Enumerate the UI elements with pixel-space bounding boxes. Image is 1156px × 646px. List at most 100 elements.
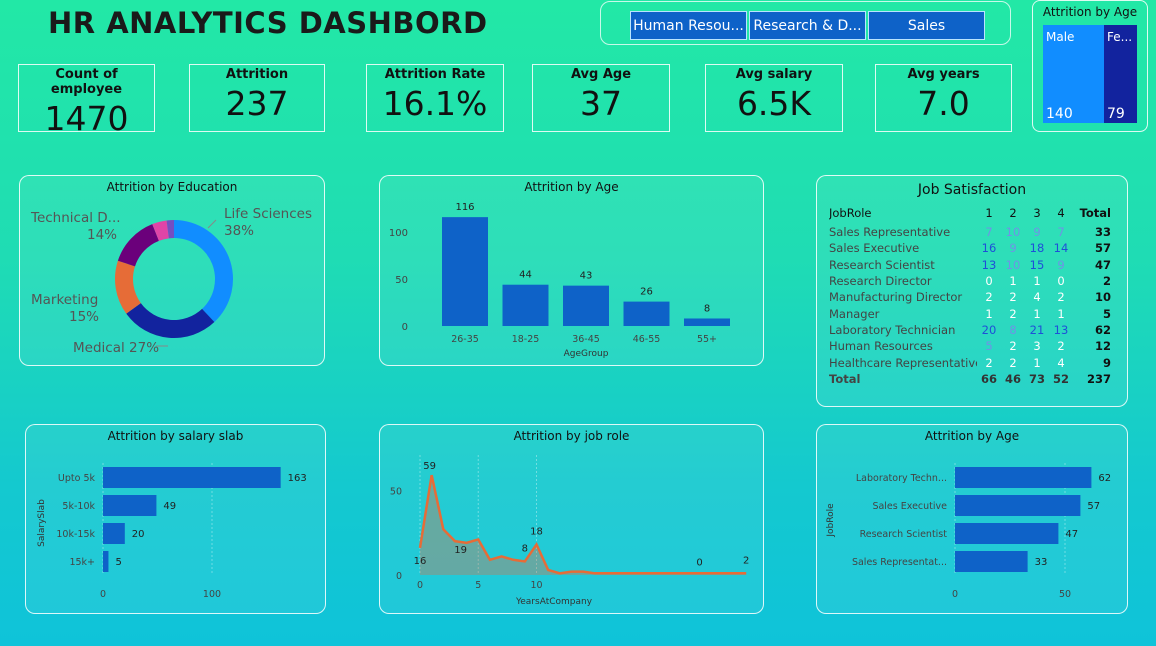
- data-label: 49: [163, 501, 176, 512]
- matrix-cell: 2: [1009, 355, 1017, 370]
- matrix-row[interactable]: Human Resources 5 2 3 2 12: [829, 338, 1111, 354]
- bar: [563, 285, 609, 326]
- matrix-row-label: Manager: [829, 306, 880, 321]
- matrix-row-label: Human Resources: [829, 339, 933, 354]
- matrix-cell: 10: [1005, 225, 1021, 240]
- y-axis-label: JobRole: [826, 503, 836, 538]
- matrix-cell: 7: [985, 225, 993, 240]
- slicer-human-resources[interactable]: Human Resou...: [630, 11, 747, 40]
- data-label: 0: [696, 557, 702, 568]
- x-tick-label: 26-35: [451, 334, 479, 345]
- slicer-sales[interactable]: Sales: [868, 11, 985, 40]
- matrix-row[interactable]: Laboratory Technician 20 8 21 13 62: [829, 322, 1111, 338]
- kpi-value: 7.0: [917, 84, 970, 123]
- y-tick-label: Sales Executive: [872, 501, 947, 512]
- matrix-cell: 4: [1033, 290, 1041, 305]
- data-label: 8: [522, 543, 528, 554]
- matrix-row[interactable]: Manager 1 2 1 1 5: [829, 305, 1111, 321]
- data-label: 16: [414, 556, 427, 567]
- panel-attrition-by-salary-slab: Attrition by salary slab 0 100 163 Upto 5k 4…: [25, 424, 326, 614]
- data-label: 5: [115, 557, 121, 568]
- kpi-avg-age: Avg Age 37: [532, 64, 670, 132]
- y-tick-label: 5k-10k: [62, 501, 95, 512]
- matrix-row[interactable]: Healthcare Representative 2 2 1 4 9: [829, 354, 1111, 370]
- matrix-row-label: Total: [829, 371, 861, 386]
- matrix-row-label: Healthcare Representative: [829, 355, 977, 370]
- matrix-row-label: Laboratory Technician: [829, 322, 956, 337]
- x-tick-label: 0: [952, 589, 958, 600]
- panel-attrition-by-job-role-bars: Attrition by Age 0 50 62 Laboratory Techn..…: [816, 424, 1128, 614]
- donut-label-line: Medical 27%: [73, 340, 159, 356]
- years-area-chart: 0 5 10 0 50 16 59 19 818 0 2 YearsAtCompany: [390, 455, 749, 607]
- donut-label-line: 15%: [69, 309, 99, 325]
- donut-slice: [126, 303, 215, 338]
- donut-label: Life Sciences 38%: [224, 206, 312, 239]
- matrix-row-label: Research Scientist: [829, 257, 935, 272]
- y-tick-label: Upto 5k: [58, 473, 96, 484]
- treemap-value: 140: [1046, 106, 1073, 122]
- matrix-total-row[interactable]: Total 66 46 73 52 237: [829, 371, 1111, 387]
- kpi-count-of-employee: Count of employee 1470: [18, 64, 155, 138]
- matrix-row[interactable]: Research Director 0 1 1 0 2: [829, 273, 1111, 289]
- bar: [442, 217, 488, 326]
- y-tick-label: 10k-15k: [56, 529, 95, 540]
- matrix-cell: 2: [985, 290, 993, 305]
- bar: [103, 551, 109, 572]
- kpi-attrition-rate: Attrition Rate 16.1%: [366, 64, 504, 132]
- y-tick-label: 100: [389, 228, 408, 239]
- matrix-row[interactable]: Sales Representative 7 10 9 7 33: [829, 224, 1111, 240]
- matrix-cell: 9: [1057, 257, 1065, 272]
- kpi-attrition: Attrition 237: [189, 64, 325, 132]
- donut-label-line: Technical D...: [30, 210, 121, 226]
- slicer-research-development[interactable]: Research & D...: [749, 11, 866, 40]
- bar: [103, 523, 125, 544]
- kpi-value: 237: [225, 84, 289, 123]
- matrix-row[interactable]: Sales Executive 16 9 18 14 57: [829, 240, 1111, 256]
- matrix-cell: 15: [1029, 257, 1045, 272]
- donut-label: Medical 27%: [73, 340, 159, 356]
- matrix-cell: 16: [981, 241, 997, 256]
- salary-slab-bar-chart: 0 100 163 Upto 5k 49 5k-10k 20 10k-15k 5 15k+ Sala…: [37, 463, 307, 600]
- matrix-cell: 13: [981, 257, 997, 272]
- treemap-title: Attrition by Age: [1042, 5, 1138, 19]
- matrix-row[interactable]: Research Scientist 13 10 15 9 47: [829, 257, 1111, 273]
- matrix-cell: 7: [1057, 225, 1065, 240]
- matrix-header-col: 3: [1033, 206, 1041, 220]
- matrix-cell: 1: [1033, 274, 1041, 289]
- matrix-cell: 8: [1009, 322, 1017, 337]
- matrix-row[interactable]: Manufacturing Director 2 2 4 2 10: [829, 289, 1111, 305]
- kpi-value: 37: [580, 84, 622, 123]
- y-tick-label: 0: [402, 322, 408, 333]
- matrix-header-role[interactable]: JobRole: [829, 206, 977, 220]
- matrix-row-total: 47: [1094, 257, 1111, 272]
- data-label: 44: [519, 270, 532, 281]
- kpi-label: Avg Age: [570, 67, 632, 82]
- matrix-row-total: 237: [1086, 371, 1111, 386]
- matrix-title: Job Satisfaction: [917, 182, 1027, 198]
- donut-label: Technical D... 14%: [30, 210, 121, 243]
- bar: [955, 523, 1059, 544]
- y-axis-label: SalarySlab: [37, 499, 47, 547]
- kpi-avg-years: Avg years 7.0: [875, 64, 1012, 132]
- matrix-header: JobRole 1 2 3 4 Total: [829, 202, 1111, 224]
- matrix-cell: 2: [1057, 290, 1065, 305]
- x-tick-label: 0: [417, 580, 423, 591]
- job-satisfaction-matrix: JobRole 1 2 3 4 Total Sales Representati…: [829, 202, 1111, 387]
- y-tick-label: 50: [390, 486, 402, 497]
- matrix-cell: 1: [1033, 355, 1041, 370]
- y-tick-label: 50: [395, 275, 408, 286]
- bar: [955, 551, 1028, 572]
- matrix-header-col: 4: [1057, 206, 1065, 220]
- matrix-cell: 9: [1009, 241, 1017, 256]
- matrix-cell: 1: [1033, 306, 1041, 321]
- matrix-row-total: 57: [1094, 241, 1111, 256]
- bar: [955, 467, 1092, 488]
- data-label: 116: [455, 202, 474, 213]
- kpi-label: Count of employee: [50, 67, 123, 97]
- data-label: 8: [704, 303, 710, 314]
- matrix-cell: 1: [1057, 306, 1065, 321]
- donut-leader-line: [207, 219, 217, 229]
- kpi-label: Attrition: [225, 67, 289, 82]
- bar: [103, 467, 281, 488]
- treemap-tile-female[interactable]: Fe... 79: [1104, 25, 1137, 123]
